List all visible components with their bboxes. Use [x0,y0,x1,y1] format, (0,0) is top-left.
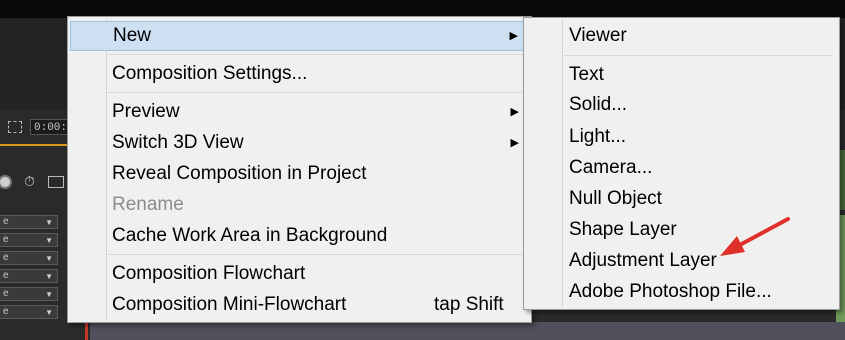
annotation-arrow-icon [720,217,790,256]
